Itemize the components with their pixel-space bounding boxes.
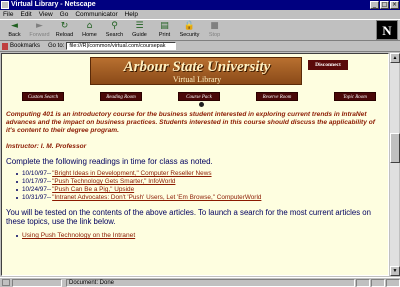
status-cell xyxy=(386,278,400,287)
progress-meter xyxy=(12,278,62,287)
banner-subtitle: Virtual Library xyxy=(172,75,222,84)
status-cell xyxy=(371,278,385,287)
test-notice: You will be tested on the contents of th… xyxy=(6,208,371,226)
back-arrow-icon: ◄ xyxy=(11,21,18,31)
bookmarks-button[interactable]: Bookmarks xyxy=(10,43,40,49)
university-banner: Arbour State University Virtual Library xyxy=(90,57,302,85)
library-nav: Custom Search Reading Room Course Pack R… xyxy=(2,92,388,107)
search-button[interactable]: ⚲ Search xyxy=(102,20,127,41)
reading-date: 10/24/97-- xyxy=(22,186,52,193)
current-section-indicator xyxy=(199,102,204,107)
search-link[interactable]: Using Push Technology on the Intranet xyxy=(22,232,135,240)
home-icon: ⌂ xyxy=(86,21,93,31)
url-input[interactable]: file:///R|/common/virtual.com/coursepak xyxy=(66,42,177,50)
bullet-icon xyxy=(16,235,18,237)
reading-date: 10/31/97-- xyxy=(22,194,52,201)
scroll-thumb[interactable] xyxy=(390,133,400,163)
scroll-down-icon[interactable]: ▼ xyxy=(390,266,400,276)
bullet-icon xyxy=(16,181,18,183)
status-cell xyxy=(356,278,370,287)
list-item: 10/10/97-- "Bright Ideas in Development,"… xyxy=(16,170,376,178)
status-bar: Document: Done xyxy=(0,277,400,287)
menu-view[interactable]: View xyxy=(39,10,53,19)
guide-icon: ☰ xyxy=(135,21,144,31)
back-button[interactable]: ◄ Back xyxy=(2,20,27,41)
security-button[interactable]: 🔒 Security xyxy=(177,20,202,41)
menu-file[interactable]: File xyxy=(3,10,13,19)
search-icon: ⚲ xyxy=(111,21,118,31)
guide-button[interactable]: ☰ Guide xyxy=(127,20,152,41)
stop-button[interactable]: ■ Stop xyxy=(202,20,227,41)
print-button[interactable]: ▤ Print xyxy=(152,20,177,41)
window-title: Virtual Library - Netscape xyxy=(11,1,96,8)
menu-go[interactable]: Go xyxy=(60,10,69,19)
menu-help[interactable]: Help xyxy=(125,10,138,19)
nav-reading-room[interactable]: Reading Room xyxy=(100,92,142,101)
nav-course-pack[interactable]: Course Pack xyxy=(178,92,220,101)
banner-title: Arbour State University xyxy=(123,59,271,75)
reading-date: 10/10/97-- xyxy=(22,170,52,177)
close-button[interactable]: × xyxy=(390,1,399,9)
home-button[interactable]: ⌂ Home xyxy=(77,20,102,41)
nav-custom-search[interactable]: Custom Search xyxy=(22,92,64,101)
readings-heading: Complete the following readings in time … xyxy=(6,157,213,166)
menu-bar: File Edit View Go Communicator Help xyxy=(0,10,400,19)
scroll-up-icon[interactable]: ▲ xyxy=(390,53,400,63)
reading-date: 10/17/97-- xyxy=(22,178,52,185)
forward-arrow-icon: ► xyxy=(36,21,43,31)
stop-icon: ■ xyxy=(210,21,219,31)
location-bar: Bookmarks Go to: file:///R|/common/virtu… xyxy=(0,41,400,52)
bookmark-icon[interactable] xyxy=(2,42,8,50)
list-item: 10/24/97-- "Push Can Be a Pig," Upside xyxy=(16,186,376,194)
status-text: Document: Done xyxy=(66,278,355,287)
bullet-icon xyxy=(16,173,18,175)
goto-label: Go to: xyxy=(48,43,65,49)
forward-button[interactable]: ► Forward xyxy=(27,20,52,41)
security-icon: 🔒 xyxy=(183,21,196,31)
bullet-icon xyxy=(16,197,18,199)
list-item: 10/31/97-- "Intranet Advocates: Don't 'Pu… xyxy=(16,194,376,202)
title-bar: Virtual Library - Netscape _ □ × xyxy=(0,0,400,10)
navigation-toolbar: ◄ Back ► Forward ↻ Reload ⌂ Home ⚲ Search ☰ Gu… xyxy=(0,19,400,41)
page-content: Arbour State University Virtual Library … xyxy=(1,53,389,276)
reading-link[interactable]: "Intranet Advocates: Don't 'Push' Users,… xyxy=(52,194,261,202)
nav-topic-room[interactable]: Topic Room xyxy=(334,92,376,101)
connection-icon xyxy=(2,279,10,286)
nav-reserve-room[interactable]: Reserve Room xyxy=(256,92,298,101)
maximize-button[interactable]: □ xyxy=(380,1,389,9)
minimize-button[interactable]: _ xyxy=(370,1,379,9)
netscape-app-icon[interactable] xyxy=(1,1,9,9)
list-item: 10/17/97-- "Push Technology Gets Smarter,… xyxy=(16,178,376,186)
print-icon: ▤ xyxy=(160,21,169,31)
reading-link[interactable]: "Bright Ideas in Development," Computer … xyxy=(52,170,211,178)
reading-link[interactable]: "Push Can Be a Pig," Upside xyxy=(52,186,134,194)
bullet-icon xyxy=(16,189,18,191)
search-link-item: Using Push Technology on the Intranet xyxy=(16,232,135,240)
menu-edit[interactable]: Edit xyxy=(20,10,31,19)
readings-list: 10/10/97-- "Bright Ideas in Development,"… xyxy=(16,170,376,202)
vertical-scrollbar[interactable]: ▲ ▼ xyxy=(389,53,400,276)
menu-communicator[interactable]: Communicator xyxy=(75,10,117,19)
reading-link[interactable]: "Push Technology Gets Smarter," InfoWorl… xyxy=(52,178,175,186)
course-description: Computing 401 is an introductory course … xyxy=(6,111,375,134)
reload-icon: ↻ xyxy=(60,21,69,31)
reload-button[interactable]: ↻ Reload xyxy=(52,20,77,41)
netscape-logo[interactable]: N xyxy=(376,20,398,40)
disconnect-button[interactable]: Disconnect xyxy=(308,60,348,70)
instructor-name: Instructor: I. M. Professor xyxy=(6,143,87,150)
